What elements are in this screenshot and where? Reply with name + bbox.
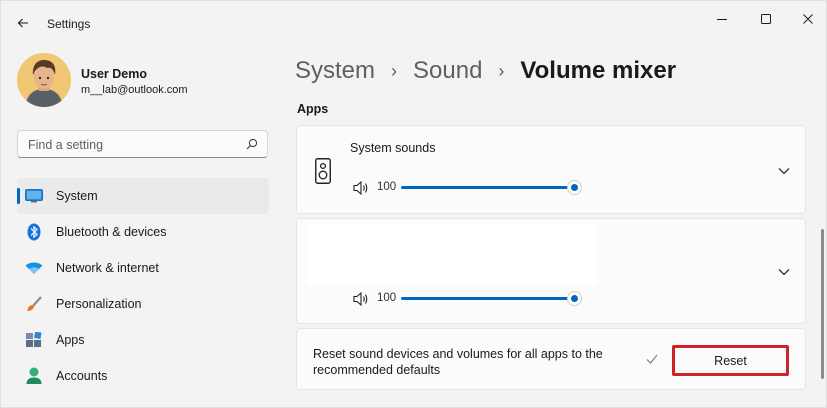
close-icon xyxy=(803,14,813,24)
chevron-down-icon[interactable] xyxy=(777,166,791,176)
apps-icon xyxy=(25,331,43,349)
user-email: m__lab@outlook.com xyxy=(81,84,188,96)
breadcrumb-chevron-icon: › xyxy=(391,60,398,81)
volume-value: 100 xyxy=(377,292,397,304)
sidebar-item-accounts[interactable]: Accounts xyxy=(17,358,269,394)
sidebar-item-label: Bluetooth & devices xyxy=(56,225,167,239)
settings-window: Settings User Demo m__lab@outlook.com Fi… xyxy=(0,0,827,408)
minimize-icon xyxy=(717,19,727,20)
slider-thumb[interactable] xyxy=(568,292,581,305)
volume-icon[interactable] xyxy=(353,292,369,306)
breadcrumb-system[interactable]: System xyxy=(295,57,375,85)
sidebar-item-apps[interactable]: Apps xyxy=(17,322,269,358)
minimize-button[interactable] xyxy=(707,9,737,29)
volume-value: 100 xyxy=(377,181,397,193)
app-title: Settings xyxy=(47,17,91,31)
paintbrush-icon xyxy=(25,295,43,313)
reset-description: Reset sound devices and volumes for all … xyxy=(313,347,603,377)
wifi-icon xyxy=(25,259,43,277)
back-button[interactable] xyxy=(11,13,35,33)
title-bar: Settings xyxy=(1,1,827,45)
page-title: Volume mixer xyxy=(520,57,677,84)
volume-icon[interactable] xyxy=(353,181,369,195)
bluetooth-icon xyxy=(25,223,43,241)
app-volume-card[interactable]: 100 xyxy=(296,218,806,324)
slider-track xyxy=(401,186,575,189)
sidebar-item-system[interactable]: System xyxy=(17,178,269,214)
search-box[interactable] xyxy=(17,130,268,158)
sidebar-item-network[interactable]: Network & internet xyxy=(17,250,269,286)
chevron-down-icon[interactable] xyxy=(777,267,791,277)
sidebar-item-bluetooth[interactable]: Bluetooth & devices xyxy=(17,214,269,250)
user-name: User Demo xyxy=(81,67,147,81)
breadcrumb: System › Sound › Volume mixer xyxy=(295,56,676,86)
section-title-apps: Apps xyxy=(297,102,329,116)
back-arrow-icon xyxy=(17,18,28,28)
maximize-button[interactable] xyxy=(751,9,781,29)
person-icon xyxy=(25,367,43,385)
sidebar-nav: System Bluetooth & devices Network & int… xyxy=(17,178,269,394)
app-volume-card[interactable]: System sounds 100 xyxy=(296,125,806,214)
sidebar-item-label: Network & internet xyxy=(56,261,159,275)
user-avatar-icon xyxy=(17,53,71,107)
volume-slider[interactable] xyxy=(401,181,581,194)
slider-thumb[interactable] xyxy=(568,181,581,194)
reset-button[interactable]: Reset xyxy=(672,345,789,376)
search-input[interactable] xyxy=(26,136,235,154)
volume-slider[interactable] xyxy=(401,292,581,305)
monitor-icon xyxy=(25,187,43,205)
app-name: System sounds xyxy=(350,141,436,155)
sidebar-item-label: Apps xyxy=(56,333,85,347)
scrollbar[interactable] xyxy=(821,229,824,379)
speaker-icon xyxy=(315,158,331,184)
breadcrumb-chevron-icon: › xyxy=(498,60,505,81)
reset-card: Reset sound devices and volumes for all … xyxy=(296,328,806,390)
sidebar-item-label: System xyxy=(56,189,98,203)
maximize-icon xyxy=(761,14,771,24)
checkmark-icon xyxy=(646,354,658,364)
breadcrumb-sound[interactable]: Sound xyxy=(413,57,482,85)
search-icon[interactable] xyxy=(246,138,258,150)
app-name-blank xyxy=(307,225,597,285)
close-button[interactable] xyxy=(793,9,823,29)
sidebar-item-personalization[interactable]: Personalization xyxy=(17,286,269,322)
slider-track xyxy=(401,297,575,300)
sidebar-item-label: Personalization xyxy=(56,297,142,311)
sidebar-item-label: Accounts xyxy=(56,369,108,383)
avatar[interactable] xyxy=(17,53,71,107)
